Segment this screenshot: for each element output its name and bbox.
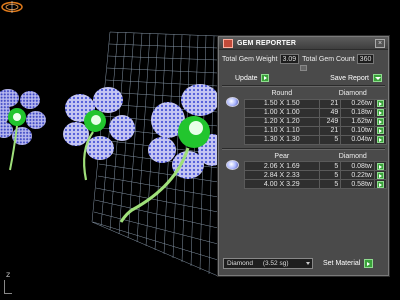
round-count-cell: 249	[318, 116, 342, 127]
pear-gem-table: Pear Diamond 2.06 X 1.69 5 0.08tw 2.84 X 2.…	[244, 152, 388, 189]
round-size-cell: 1.00 X 1.00	[244, 107, 320, 118]
total-weight-value: 3.09	[279, 54, 300, 64]
arrow-right-icon[interactable]	[376, 180, 384, 188]
panel-title: GEM REPORTER	[237, 39, 297, 47]
round-ctw-cell: 1.62tw	[340, 116, 375, 127]
arrow-right-icon[interactable]	[376, 127, 384, 134]
round-count-cell: 21	[318, 125, 342, 136]
round-ctw-cell: 0.10tw	[340, 125, 375, 136]
pear-size-cell: 2.06 X 1.69	[244, 161, 320, 171]
chevron-down-icon	[306, 262, 310, 265]
divider	[222, 147, 385, 150]
pear-count-cell: 5	[318, 161, 342, 171]
pear-count-cell: 5	[318, 179, 342, 189]
divider	[222, 85, 385, 87]
pear-ctw-cell: 0.08tw	[340, 161, 375, 171]
panel-title-bar[interactable]: GEM REPORTER ×	[219, 37, 388, 50]
arrow-right-icon[interactable]	[376, 109, 384, 116]
round-ctw-cell: 0.26tw	[340, 98, 375, 109]
table-row[interactable]: 1.20 X 1.20 249 1.62tw	[244, 116, 388, 127]
flower-left	[0, 89, 46, 171]
arrow-right-icon[interactable]	[376, 171, 384, 179]
total-count-value: 360	[356, 54, 375, 64]
round-size-cell: 1.50 X 1.50	[244, 98, 320, 109]
table-row[interactable]: 2.84 X 2.33 5 0.22tw	[244, 170, 388, 180]
round-size-cell: 1.20 X 1.20	[244, 116, 320, 127]
compass-icon[interactable]	[0, 0, 24, 14]
select-row-button[interactable]	[373, 161, 388, 171]
round-material-header: Diamond	[338, 90, 367, 98]
axis-label: z	[6, 270, 11, 279]
select-row-button[interactable]	[373, 125, 388, 136]
table-row[interactable]: 4.00 X 3.29 5 0.58tw	[244, 179, 388, 189]
update-arrow-icon[interactable]	[260, 74, 269, 82]
arrow-right-icon[interactable]	[376, 100, 384, 107]
pear-count-cell: 5	[318, 170, 342, 180]
pear-gem-group: Pear Diamond 2.06 X 1.69 5 0.08tw 2.84 X 2.…	[222, 152, 388, 189]
select-row-button[interactable]	[373, 107, 388, 118]
total-count-label: Total Gem Count	[302, 55, 355, 63]
round-gem-group: Round Diamond 1.50 X 1.50 21 0.26tw 1.00 X …	[222, 89, 388, 145]
select-row-button[interactable]	[373, 116, 388, 127]
select-row-button[interactable]	[373, 179, 388, 189]
axis-gizmo	[4, 280, 12, 294]
material-select[interactable]: Diamond (3.52 sg)	[223, 258, 313, 269]
select-row-button[interactable]	[373, 134, 388, 145]
arrow-right-icon[interactable]	[376, 162, 384, 170]
totals-row: Total Gem Weight 3.09 Total Gem Count 36…	[219, 50, 388, 64]
round-shape-header: Round	[271, 90, 293, 98]
arrow-right-icon[interactable]	[376, 118, 384, 125]
total-weight-label: Total Gem Weight	[222, 55, 278, 63]
pear-shape-header: Pear	[274, 152, 290, 160]
round-count-cell: 49	[318, 107, 342, 118]
table-row[interactable]: 1.50 X 1.50 21 0.26tw	[244, 98, 388, 109]
material-sg: (3.52 sg)	[262, 260, 289, 267]
round-ctw-cell: 0.18tw	[340, 107, 375, 118]
pear-ctw-cell: 0.22tw	[340, 170, 375, 180]
flower-right	[119, 84, 226, 223]
pear-size-cell: 4.00 X 3.29	[244, 179, 320, 189]
round-ctw-cell: 0.04tw	[340, 134, 375, 145]
save-report-label: Save Report	[330, 74, 369, 82]
table-row[interactable]: 1.30 X 1.30 5 0.04tw	[244, 134, 388, 145]
select-row-button[interactable]	[373, 98, 388, 109]
round-count-cell: 5	[318, 134, 342, 145]
material-selected: Diamond	[227, 260, 254, 267]
table-row[interactable]: 1.00 X 1.00 49 0.18tw	[244, 107, 388, 118]
material-row: Diamond (3.52 sg) Set Material	[223, 258, 374, 269]
update-button[interactable]: Update	[235, 74, 269, 82]
pear-material-header: Diamond	[338, 152, 367, 160]
close-icon[interactable]: ×	[375, 38, 385, 48]
table-row[interactable]: 2.06 X 1.69 5 0.08tw	[244, 161, 388, 171]
set-material-arrow-icon[interactable]	[364, 259, 374, 268]
round-gem-table: Round Diamond 1.50 X 1.50 21 0.26tw 1.00 X …	[244, 89, 388, 145]
round-count-cell: 21	[318, 98, 342, 109]
update-label: Update	[235, 74, 258, 82]
pear-size-cell: 2.84 X 2.33	[244, 170, 320, 180]
arrow-right-icon[interactable]	[376, 136, 384, 143]
table-row[interactable]: 1.10 X 1.10 21 0.10tw	[244, 125, 388, 136]
pear-ctw-cell: 0.58tw	[340, 179, 375, 189]
set-material-button[interactable]: Set Material	[323, 260, 360, 267]
round-gem-icon	[226, 97, 239, 107]
gem-reporter-icon	[223, 38, 233, 48]
round-size-cell: 1.30 X 1.30	[244, 134, 320, 145]
round-size-cell: 1.10 X 1.10	[244, 125, 320, 136]
save-report-button[interactable]: Save Report	[330, 74, 382, 82]
gem-reporter-panel: GEM REPORTER × Total Gem Weight 3.09 Tot…	[218, 36, 389, 276]
select-row-button[interactable]	[373, 170, 388, 180]
pear-gem-icon	[226, 159, 239, 170]
actions-row: Update Save Report	[219, 71, 388, 82]
save-report-dropdown-icon[interactable]	[373, 74, 382, 82]
